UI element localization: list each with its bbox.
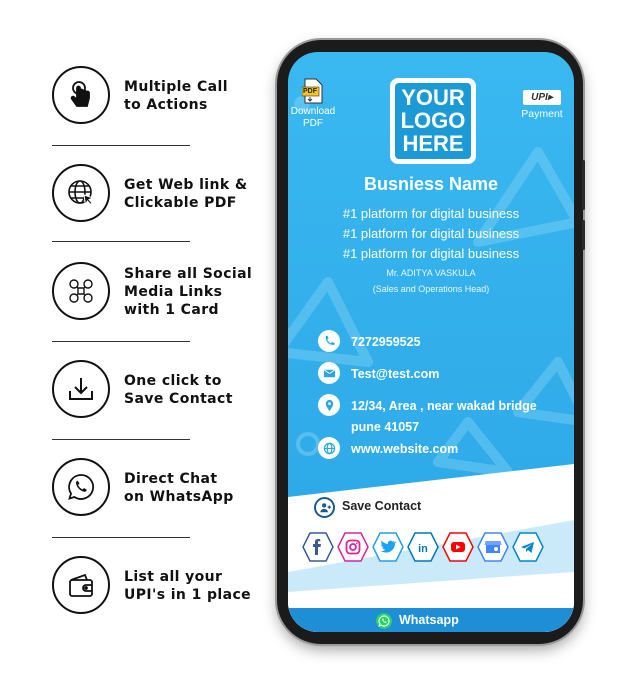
company-logo: YOUR LOGO HERE: [390, 78, 476, 164]
add-contact-icon: [314, 497, 335, 518]
feature-whatsapp-chat: Direct Chat on WhatsApp: [52, 458, 282, 518]
svg-text:in: in: [418, 543, 428, 555]
person-name: Mr. ADITYA VASKULA: [386, 268, 476, 278]
upi-logo-icon: UPI▸: [523, 90, 561, 105]
logo-text: YOUR LOGO HERE: [395, 83, 471, 159]
telegram-icon[interactable]: [512, 532, 544, 562]
divider: [52, 341, 190, 342]
address-text: 12/34, Area , near wakad bridge pune 410…: [351, 399, 537, 434]
feature-web-link-pdf: Get Web link & Clickable PDF: [52, 164, 282, 224]
feature-social-links: Share all Social Media Links with 1 Card: [52, 262, 282, 322]
divider: [52, 537, 190, 538]
youtube-icon[interactable]: [442, 532, 474, 562]
twitter-icon[interactable]: [372, 532, 404, 562]
facebook-icon[interactable]: [302, 532, 334, 562]
google-my-business-icon[interactable]: [477, 532, 509, 562]
divider: [52, 145, 190, 146]
linkedin-icon[interactable]: in: [407, 532, 439, 562]
whatsapp-icon: [52, 458, 110, 516]
email-address: Test@test.com: [351, 367, 440, 381]
digital-card-screen: PDF Download PDF UPI▸ Payment YOUR LOGO …: [288, 52, 574, 632]
tagline: #1 platform for digital business: [342, 226, 520, 241]
feature-save-contact: One click to Save Contact: [52, 360, 282, 420]
phone-number: 7272959525: [351, 335, 421, 349]
social-links-row: in: [302, 532, 562, 562]
whatsapp-icon: [376, 613, 392, 629]
feature-multiple-cta: Multiple Call to Actions: [52, 66, 282, 126]
email-icon: [318, 362, 340, 384]
tap-hand-icon: [52, 66, 110, 124]
power-button: [582, 160, 585, 210]
location-pin-icon: [318, 394, 340, 416]
pdf-icon: PDF: [301, 78, 324, 104]
feature-label: Share all Social Media Links with 1 Card: [124, 266, 253, 318]
website-url: www.website.com: [351, 442, 459, 456]
download-icon: [52, 360, 110, 418]
upi-payment-button[interactable]: UPI▸ Payment: [520, 90, 564, 120]
download-pdf-label: Download PDF: [290, 106, 336, 129]
wallet-icon: [52, 556, 110, 614]
feature-label: Multiple Call to Actions: [124, 79, 228, 113]
phone-icon: [318, 330, 340, 352]
tagline: #1 platform for digital business: [342, 246, 520, 261]
feature-label: List all your UPI's in 1 place: [124, 569, 252, 603]
business-name: Busniess Name: [363, 174, 499, 194]
whatsapp-label: Whatsapp: [399, 613, 459, 627]
divider: [52, 241, 190, 242]
globe-icon: [318, 437, 340, 459]
feature-upi-list: List all your UPI's in 1 place: [52, 556, 282, 616]
feature-label: One click to Save Contact: [124, 373, 233, 407]
person-title: (Sales and Operations Head): [372, 284, 490, 294]
upi-payment-label: Payment: [521, 108, 563, 120]
pdf-badge-text: PDF: [303, 88, 317, 95]
globe-cursor-icon: [52, 164, 110, 222]
save-contact-label: Save Contact: [342, 499, 422, 513]
feature-label: Direct Chat on WhatsApp: [124, 471, 234, 505]
divider: [52, 439, 190, 440]
feature-label: Get Web link & Clickable PDF: [124, 177, 248, 211]
social-share-icon: [52, 262, 110, 320]
volume-button: [582, 220, 585, 250]
download-pdf-button[interactable]: PDF Download PDF: [288, 78, 338, 130]
tagline: #1 platform for digital business: [342, 206, 520, 221]
instagram-icon[interactable]: [337, 532, 369, 562]
